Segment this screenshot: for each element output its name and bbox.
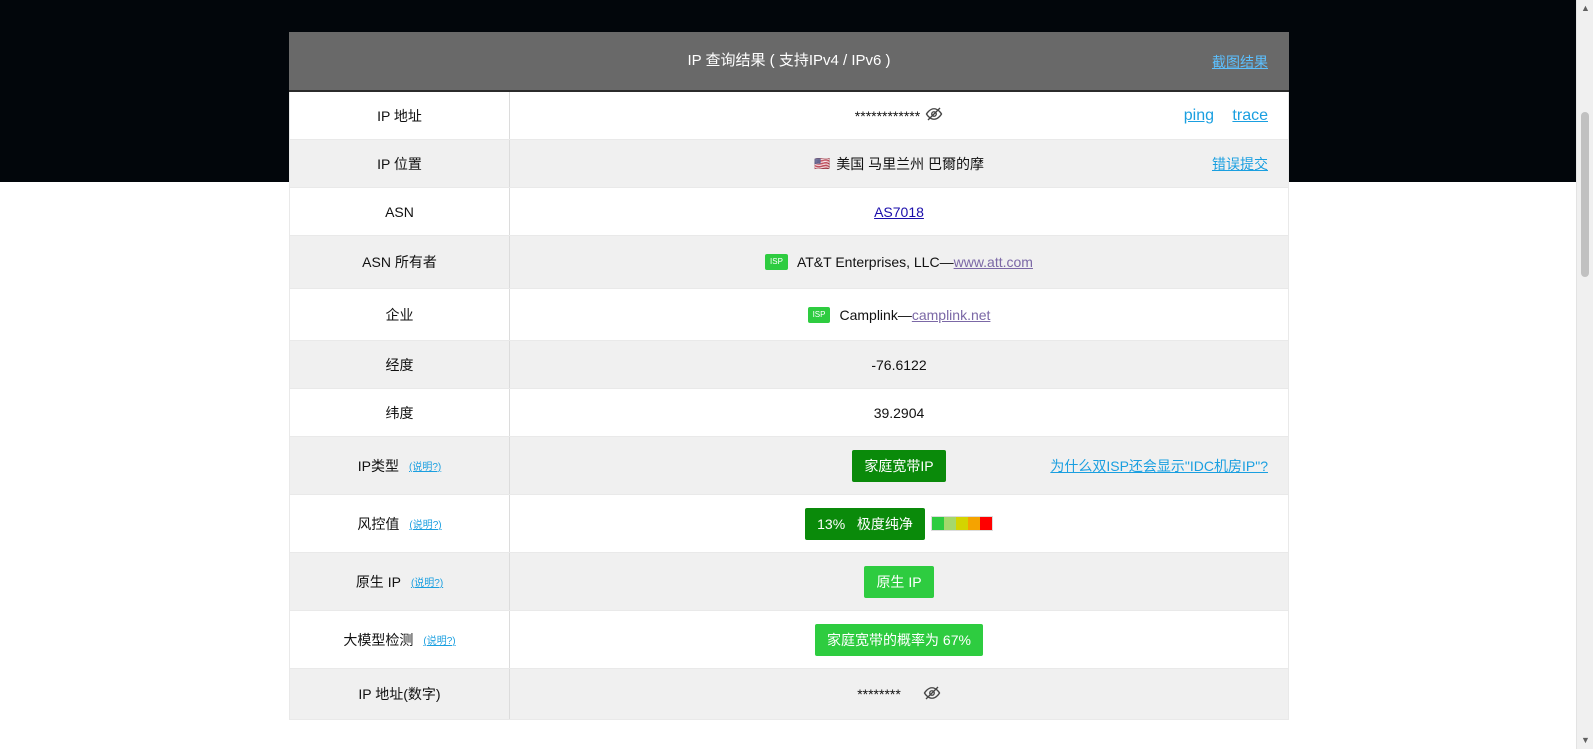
value-ip-type: 家庭宽带IP 为什么双ISP还会显示"IDC机房IP"?	[510, 437, 1288, 494]
scroll-down-icon[interactable]: ▼	[1577, 732, 1593, 749]
llm-detect-label: 大模型检测	[343, 631, 414, 648]
label-risk: 风控值 (说明?)	[290, 495, 510, 552]
label-asn: ASN	[290, 188, 510, 235]
risk-scale-segment	[943, 517, 956, 530]
risk-scale-segment	[967, 517, 980, 530]
enterprise-name: Camplink—	[839, 306, 912, 323]
ip-type-explain-link[interactable]: (说明?)	[409, 458, 441, 473]
label-ip-location: IP 位置	[290, 140, 510, 187]
isp-badge: ISP	[807, 306, 831, 323]
result-title: IP 查询结果 ( 支持IPv4 / IPv6 )	[687, 52, 891, 69]
risk-scale-segment	[955, 517, 968, 530]
ip-type-label: IP类型	[357, 457, 399, 474]
report-error-link[interactable]: 错误提交	[1212, 154, 1268, 174]
risk-scale-segment	[979, 517, 992, 530]
row-ip-address: IP 地址 ************ ping trace	[289, 92, 1289, 140]
asn-owner-site-link[interactable]: www.att.com	[954, 254, 1033, 270]
screenshot-link[interactable]: 截图结果	[1212, 52, 1268, 72]
value-native-ip: 原生 IP	[510, 553, 1288, 610]
value-enterprise: ISP Camplink— camplink.net	[510, 289, 1288, 340]
value-latitude: 39.2904	[873, 404, 925, 421]
trace-link[interactable]: trace	[1232, 107, 1268, 125]
label-native-ip: 原生 IP (说明?)	[290, 553, 510, 610]
value-llm-detect: 家庭宽带的概率为 67%	[510, 611, 1288, 668]
row-native-ip: 原生 IP (说明?) 原生 IP	[289, 553, 1289, 611]
dual-isp-note-link[interactable]: 为什么双ISP还会显示"IDC机房IP"?	[1050, 456, 1268, 476]
result-header: IP 查询结果 ( 支持IPv4 / IPv6 ) 截图结果	[289, 32, 1289, 92]
row-asn-owner: ASN 所有者 ISP AT&T Enterprises, LLC— www.a…	[289, 236, 1289, 289]
us-flag-icon: 🇺🇸	[814, 155, 831, 171]
scroll-up-icon[interactable]: ▲	[1577, 0, 1593, 17]
llm-detect-explain-link[interactable]: (说明?)	[423, 632, 455, 647]
label-asn-owner: ASN 所有者	[290, 236, 510, 288]
enterprise-site-link[interactable]: camplink.net	[912, 307, 991, 323]
asn-link[interactable]: AS7018	[874, 204, 924, 220]
value-asn: AS7018	[510, 188, 1288, 235]
label-ip-type: IP类型 (说明?)	[290, 437, 510, 494]
native-ip-badge: 原生 IP	[864, 565, 934, 598]
row-ip-type: IP类型 (说明?) 家庭宽带IP 为什么双ISP还会显示"IDC机房IP"?	[289, 437, 1289, 495]
label-latitude: 纬度	[290, 389, 510, 436]
native-ip-label: 原生 IP	[355, 573, 401, 590]
ip-masked: ************	[854, 107, 921, 124]
row-enterprise: 企业 ISP Camplink— camplink.net	[289, 289, 1289, 341]
label-longitude: 经度	[290, 341, 510, 388]
risk-scale-segment	[931, 517, 944, 530]
value-asn-owner: ISP AT&T Enterprises, LLC— www.att.com	[510, 236, 1288, 288]
scroll-thumb[interactable]	[1581, 112, 1589, 277]
row-risk: 风控值 (说明?) 13% 极度纯净	[289, 495, 1289, 553]
ip-type-badge: 家庭宽带IP	[852, 449, 946, 482]
native-ip-explain-link[interactable]: (说明?)	[411, 574, 443, 589]
value-ip-location: 🇺🇸 美国 马里兰州 巴爾的摩 错误提交	[510, 140, 1288, 187]
risk-explain-link[interactable]: (说明?)	[409, 516, 441, 531]
row-llm-detect: 大模型检测 (说明?) 家庭宽带的概率为 67%	[289, 611, 1289, 669]
eye-slash-icon[interactable]	[925, 105, 943, 126]
risk-label: 风控值	[357, 515, 400, 532]
asn-owner-name: AT&T Enterprises, LLC—	[796, 254, 954, 270]
row-asn: ASN AS7018	[289, 188, 1289, 236]
label-ip-address: IP 地址	[290, 92, 510, 139]
value-risk: 13% 极度纯净	[510, 495, 1288, 552]
row-ip-numeric: IP 地址(数字) ********	[289, 669, 1289, 720]
row-latitude: 纬度 39.2904	[289, 389, 1289, 437]
risk-badge: 13% 极度纯净	[805, 507, 925, 540]
risk-scale	[930, 516, 993, 531]
label-ip-numeric: IP 地址(数字)	[290, 669, 510, 719]
ip-result-card: IP 查询结果 ( 支持IPv4 / IPv6 ) 截图结果 IP 地址 ***…	[289, 32, 1289, 720]
value-ip-address: ************ ping trace	[510, 92, 1288, 139]
value-ip-numeric: ********	[510, 669, 1288, 719]
label-llm-detect: 大模型检测 (说明?)	[290, 611, 510, 668]
llm-detect-badge: 家庭宽带的概率为 67%	[815, 623, 983, 656]
ip-numeric-masked: ********	[857, 686, 901, 702]
page-scrollbar[interactable]: ▲ ▼	[1576, 0, 1593, 749]
ping-link[interactable]: ping	[1184, 107, 1214, 125]
label-enterprise: 企业	[290, 289, 510, 340]
location-text: 美国 马里兰州 巴爾的摩	[836, 155, 984, 172]
eye-slash-icon[interactable]	[923, 684, 941, 705]
value-longitude: -76.6122	[871, 356, 927, 373]
row-longitude: 经度 -76.6122	[289, 341, 1289, 389]
isp-badge: ISP	[765, 254, 788, 270]
row-ip-location: IP 位置 🇺🇸 美国 马里兰州 巴爾的摩 错误提交	[289, 140, 1289, 188]
